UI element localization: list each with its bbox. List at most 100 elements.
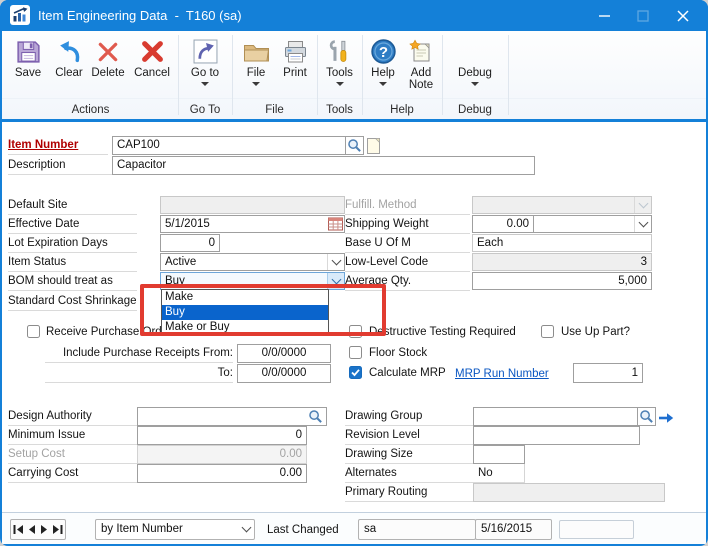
save-icon [15, 36, 42, 67]
sort-by-combobox[interactable]: by Item Number [95, 519, 255, 540]
toolbar-group-file: File [232, 104, 317, 116]
add-note-button[interactable]: Add Note [401, 36, 441, 91]
minimum-issue-label: Minimum Issue [8, 426, 137, 445]
revision-level-label: Revision Level [345, 426, 473, 445]
ribbon-toolbar: Save Clear Delete Cancel Actions [2, 31, 706, 119]
delete-icon [96, 36, 120, 67]
app-icon [10, 5, 30, 25]
dropdown-arrow-icon [471, 82, 479, 86]
debug-button[interactable]: Debug [442, 36, 508, 86]
item-status-combobox[interactable]: Active [160, 253, 345, 271]
shipping-weight-uom-combobox[interactable] [533, 215, 652, 233]
last-changed-user-field: sa [358, 519, 476, 540]
window-title: Item Engineering Data - T160 (sa) [38, 0, 242, 31]
calculate-mrp-checkbox[interactable] [349, 366, 362, 379]
design-authority-label: Design Authority [8, 407, 137, 426]
toolbar-separator [508, 35, 509, 115]
dropdown-arrow-icon [252, 82, 260, 86]
save-button[interactable]: Save [5, 36, 51, 79]
next-record-button[interactable] [39, 522, 51, 538]
chevron-down-icon [634, 197, 651, 213]
dropdown-arrow-icon [379, 82, 387, 86]
cancel-button[interactable]: Cancel [128, 36, 176, 79]
drawing-size-field[interactable] [473, 445, 525, 464]
toolbar-separator [178, 35, 179, 115]
include-receipts-to-field[interactable]: 0/0/0000 [237, 364, 331, 383]
lot-expiration-days-field[interactable]: 0 [160, 234, 220, 252]
default-site-label: Default Site [8, 196, 137, 215]
toolbar-divider-line [2, 98, 706, 99]
alternates-value: No [473, 464, 525, 483]
setup-cost-field: 0.00 [137, 445, 307, 464]
mrp-run-number-field[interactable]: 1 [573, 363, 643, 383]
title-bar: Item Engineering Data - T160 (sa) [0, 0, 708, 31]
shipping-weight-label: Shipping Weight [345, 215, 470, 234]
go-to-button[interactable]: Go to [180, 36, 230, 86]
carrying-cost-field[interactable]: 0.00 [137, 464, 307, 483]
description-field[interactable]: Capacitor [112, 156, 535, 175]
lot-expiration-days-label: Lot Expiration Days [8, 234, 137, 253]
drawing-group-lookup-button[interactable] [637, 407, 656, 426]
chevron-down-icon[interactable] [327, 254, 344, 270]
maximize-button[interactable] [626, 0, 660, 31]
chevron-down-icon[interactable] [634, 216, 651, 232]
shipping-weight-field[interactable]: 0.00 [472, 215, 534, 233]
toolbar-separator [232, 35, 233, 115]
help-icon: ? [370, 36, 397, 67]
mrp-run-number-link[interactable]: MRP Run Number [455, 368, 549, 380]
average-qty-field[interactable]: 5,000 [472, 272, 652, 290]
toolbar-group-goto: Go To [178, 104, 232, 116]
drawing-size-label: Drawing Size [345, 445, 473, 464]
help-button[interactable]: ? Help [362, 36, 404, 86]
record-navigation [10, 519, 66, 540]
previous-record-button[interactable] [26, 522, 38, 538]
revision-level-field[interactable] [473, 426, 640, 445]
annotation-rectangle [140, 284, 386, 336]
first-record-button[interactable] [13, 522, 25, 538]
last-record-button[interactable] [52, 522, 64, 538]
primary-routing-label: Primary Routing [345, 483, 473, 502]
calendar-icon[interactable] [328, 217, 343, 236]
floor-stock-checkbox[interactable] [349, 346, 362, 359]
base-uom-label: Base U Of M [345, 234, 470, 253]
add-note-icon [408, 36, 434, 67]
printer-icon [282, 36, 309, 67]
close-button[interactable] [666, 0, 700, 31]
clear-icon [56, 36, 83, 67]
fulfill-method-label: Fulfill. Method [345, 196, 470, 215]
toolbar-group-tools: Tools [317, 104, 362, 116]
minimize-button[interactable] [587, 0, 621, 31]
drawing-group-label: Drawing Group [345, 407, 473, 426]
chevron-down-icon[interactable] [238, 520, 254, 539]
drawing-group-goto-arrow-icon[interactable] [658, 411, 674, 429]
low-level-code-field: 3 [472, 253, 652, 271]
drawing-group-field[interactable] [473, 407, 638, 426]
use-up-part-checkbox[interactable] [541, 325, 554, 338]
carrying-cost-label: Carrying Cost [8, 464, 137, 483]
design-authority-field[interactable] [137, 407, 327, 426]
go-to-icon [193, 36, 218, 67]
effective-date-label: Effective Date [8, 215, 137, 234]
print-button[interactable]: Print [273, 36, 317, 79]
fulfill-method-combobox [472, 196, 652, 214]
description-label: Description [8, 156, 112, 175]
minimum-issue-field[interactable]: 0 [137, 426, 307, 445]
include-receipts-from-field[interactable]: 0/0/0000 [237, 344, 331, 363]
include-receipts-from-label: Include Purchase Receipts From: [45, 344, 233, 363]
item-number-field[interactable]: CAP100 [112, 136, 346, 155]
receive-po-checkbox[interactable] [27, 325, 40, 338]
item-number-label[interactable]: Item Number [8, 136, 108, 155]
magnifier-icon [308, 409, 323, 424]
bom-treat-as-label: BOM should treat as [8, 272, 137, 291]
file-button[interactable]: File [234, 36, 278, 86]
item-number-lookup-button[interactable] [345, 136, 364, 155]
tools-button[interactable]: Tools [317, 36, 362, 86]
status-extra-field [559, 520, 634, 539]
low-level-code-label: Low-Level Code [345, 253, 470, 272]
delete-button[interactable]: Delete [85, 36, 131, 79]
folder-icon [242, 36, 271, 67]
cancel-icon [140, 36, 165, 67]
standard-cost-shrinkage-label: Standard Cost Shrinkage [8, 292, 137, 311]
design-authority-lookup-icon[interactable] [308, 409, 323, 429]
effective-date-field[interactable]: 5/1/2015 [160, 215, 345, 233]
